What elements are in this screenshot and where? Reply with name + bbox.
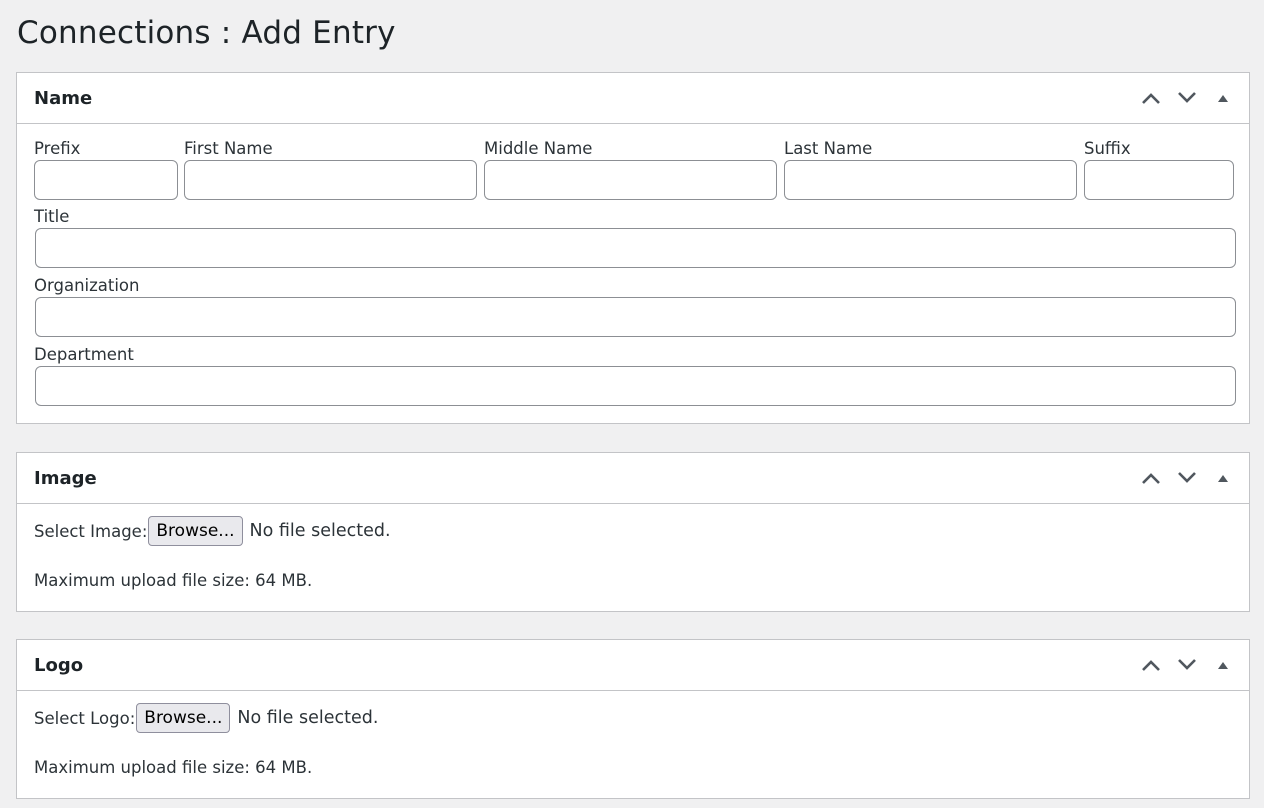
page-title: Connections : Add Entry (17, 15, 396, 51)
triangle-up-icon (1218, 475, 1228, 482)
move-down-button[interactable] (1169, 647, 1205, 683)
title-label: Title (34, 207, 70, 226)
first-name-input[interactable] (184, 160, 477, 200)
chevron-down-icon (1178, 472, 1196, 483)
suffix-label: Suffix (1084, 139, 1131, 158)
prefix-label: Prefix (34, 139, 81, 158)
image-metabox-header: Image (17, 453, 1249, 504)
last-name-input[interactable] (784, 160, 1077, 200)
move-down-button[interactable] (1169, 80, 1205, 116)
logo-metabox-title: Logo (34, 654, 84, 676)
name-metabox-header: Name (17, 73, 1249, 124)
move-up-button[interactable] (1133, 647, 1169, 683)
chevron-up-icon (1142, 660, 1160, 671)
logo-metabox: Logo Select Logo: Browse... No file sele… (16, 639, 1250, 799)
department-label: Department (34, 345, 134, 364)
move-up-button[interactable] (1133, 460, 1169, 496)
prefix-input[interactable] (34, 160, 178, 200)
image-file-row: Select Image: Browse... No file selected… (34, 516, 391, 546)
title-input[interactable] (35, 228, 1236, 268)
chevron-down-icon (1178, 659, 1196, 670)
suffix-input[interactable] (1084, 160, 1234, 200)
chevron-up-icon (1142, 473, 1160, 484)
organization-input[interactable] (35, 297, 1236, 337)
logo-metabox-header: Logo (17, 640, 1249, 691)
toggle-panel-button[interactable] (1205, 647, 1241, 683)
middle-name-input[interactable] (484, 160, 777, 200)
chevron-down-icon (1178, 92, 1196, 103)
triangle-up-icon (1218, 95, 1228, 102)
select-image-label: Select Image: (34, 521, 148, 541)
handle-actions (1133, 647, 1241, 683)
toggle-panel-button[interactable] (1205, 80, 1241, 116)
chevron-up-icon (1142, 93, 1160, 104)
first-name-label: First Name (184, 139, 273, 158)
name-metabox: Name Prefix First Name Middle Name Last … (16, 72, 1250, 424)
middle-name-label: Middle Name (484, 139, 593, 158)
logo-max-size-text: Maximum upload file size: 64 MB. (34, 758, 313, 777)
toggle-panel-button[interactable] (1205, 460, 1241, 496)
name-metabox-title: Name (34, 87, 93, 109)
image-browse-button[interactable]: Browse... (148, 516, 243, 546)
triangle-up-icon (1218, 662, 1228, 669)
handle-actions (1133, 80, 1241, 116)
handle-actions (1133, 460, 1241, 496)
logo-browse-button[interactable]: Browse... (136, 703, 231, 733)
move-up-button[interactable] (1133, 80, 1169, 116)
image-metabox-title: Image (34, 467, 97, 489)
logo-no-file-text: No file selected. (237, 708, 379, 728)
image-no-file-text: No file selected. (249, 521, 391, 541)
image-max-size-text: Maximum upload file size: 64 MB. (34, 571, 313, 590)
move-down-button[interactable] (1169, 460, 1205, 496)
last-name-label: Last Name (784, 139, 873, 158)
organization-label: Organization (34, 276, 140, 295)
logo-file-row: Select Logo: Browse... No file selected. (34, 703, 378, 733)
image-metabox: Image Select Image: Browse... No file se… (16, 452, 1250, 612)
select-logo-label: Select Logo: (34, 708, 136, 728)
department-input[interactable] (35, 366, 1236, 406)
